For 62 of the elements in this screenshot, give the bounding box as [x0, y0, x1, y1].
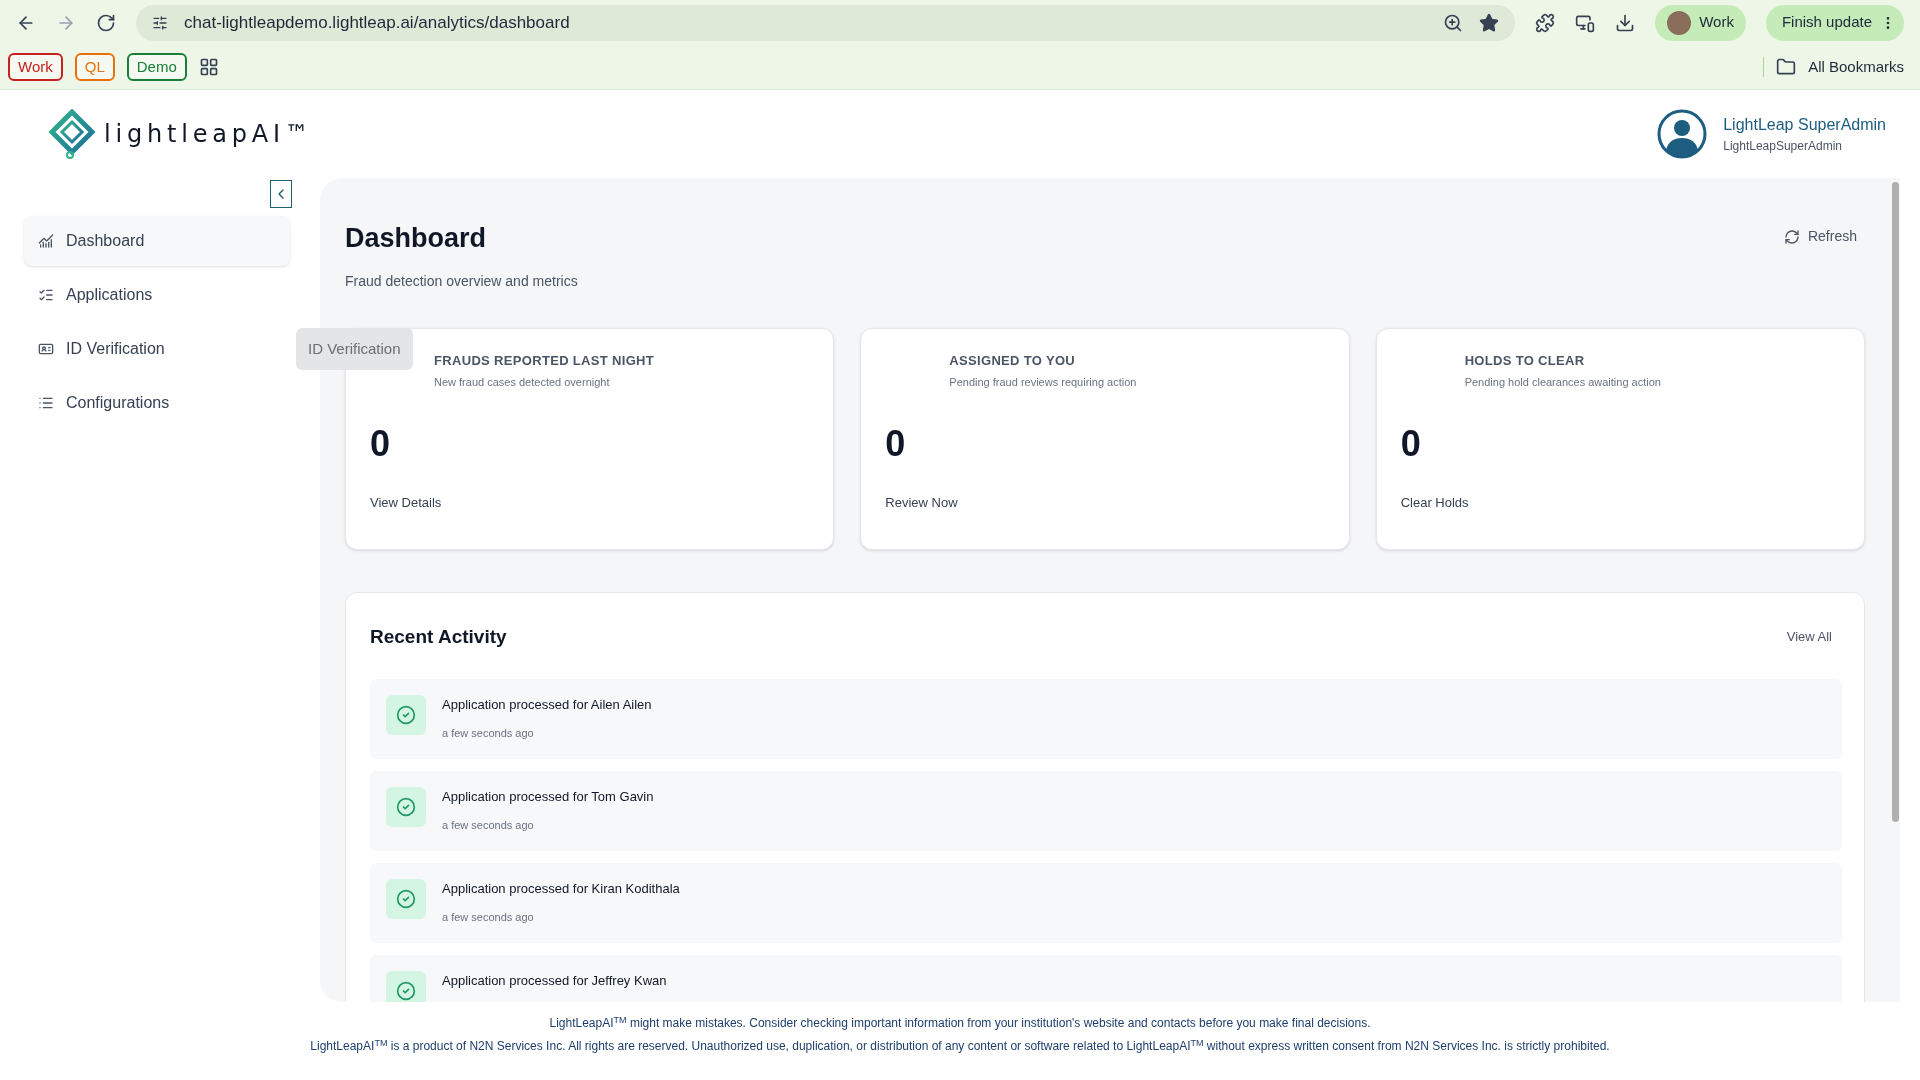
reload-icon[interactable] — [96, 12, 116, 33]
url-text[interactable]: chat-lightleapdemo.lightleap.ai/analytics/dashboard — [184, 9, 1428, 36]
all-bookmarks-link[interactable]: All Bookmarks — [1808, 55, 1912, 79]
activity-text: Application processed for Tom Gavin — [442, 788, 654, 806]
chart-icon — [38, 233, 54, 249]
folder-icon[interactable] — [1776, 57, 1797, 77]
sidebar-item[interactable]: Dashboard — [24, 216, 290, 266]
refresh-icon — [1783, 228, 1800, 245]
activity-text: Application processed for Kiran Kodithala — [442, 880, 680, 898]
circle-check-icon — [396, 797, 416, 817]
card-description: Pending fraud reviews requiring action — [949, 375, 1138, 390]
metric-value: 0 — [370, 421, 392, 466]
metric-value: 0 — [1400, 421, 1422, 466]
page-title: Dashboard — [345, 222, 488, 255]
finish-update-button[interactable]: Finish update — [1765, 4, 1904, 41]
apps-grid-icon[interactable] — [198, 57, 219, 77]
activity-time: a few seconds ago — [442, 909, 535, 925]
sidebar-item[interactable]: Configurations — [24, 378, 290, 428]
list-icon — [38, 395, 54, 411]
card-link[interactable]: Review Now — [885, 492, 1333, 512]
bookmark-star-icon[interactable] — [1479, 12, 1500, 33]
page-subtitle: Fraud detection overview and metrics — [345, 271, 578, 291]
tooltip: ID Verification — [296, 328, 413, 370]
profile-button[interactable]: Work — [1655, 4, 1746, 41]
footer-text: LightLeapAI$^{TM}$ might make mistakes. Consider checking important information from your institution's website and contacts before you make final decisions. — [549, 1014, 1371, 1032]
checklist-icon — [38, 287, 54, 303]
logo-icon — [48, 109, 96, 159]
view-all-link[interactable]: View All — [1786, 627, 1832, 647]
circle-check-icon — [396, 981, 416, 1001]
user-name: LightLeap SuperAdmin — [1723, 115, 1886, 135]
refresh-button[interactable]: Refresh — [1783, 226, 1857, 247]
logo-text: lightleapAI™ — [104, 119, 314, 150]
collapse-sidebar-button[interactable] — [270, 180, 292, 208]
extensions-icon[interactable] — [1535, 12, 1556, 33]
circle-check-icon — [396, 705, 416, 725]
section-title: Recent Activity — [370, 624, 507, 649]
avatar-icon — [1667, 10, 1692, 35]
zoom-icon[interactable] — [1443, 12, 1464, 33]
bookmark-chip[interactable]: Work — [8, 52, 63, 82]
card-title: HOLDS TO CLEAR — [1464, 351, 1586, 370]
activity-time: a few seconds ago — [442, 817, 535, 833]
activity-text: Application processed for Jeffrey Kwan — [442, 972, 667, 990]
card-link[interactable]: Clear Holds — [1400, 492, 1848, 512]
site-info-icon[interactable] — [152, 14, 168, 31]
id-card-icon — [38, 341, 54, 357]
bookmark-chip[interactable]: Demo — [126, 52, 187, 82]
activity-text: Application processed for Ailen Ailen — [442, 696, 652, 714]
sidebar-item[interactable]: ID Verification — [24, 324, 290, 374]
username: LightLeapSuperAdmin — [1723, 138, 1843, 155]
footer-text: LightLeapAI$^{TM}$ is a product of N2N Services Inc. All rights are reserved. Unauthorized use, duplication, or distribution of any content or software related to LightLeapAI$^{TM}$ without express written consent from N2N Services Inc. is strictly prohibited. — [310, 1037, 1610, 1055]
user-avatar-icon — [1657, 109, 1708, 159]
activity-time: a few seconds ago — [442, 725, 535, 741]
sidebar-item[interactable]: Applications — [24, 270, 290, 320]
card-description: New fraud cases detected overnight — [434, 375, 611, 390]
card-link[interactable]: View Details — [370, 492, 818, 512]
circle-check-icon — [396, 889, 416, 909]
card-description: Pending hold clearances awaiting action — [1464, 375, 1662, 390]
scrollbar-thumb[interactable] — [1891, 182, 1899, 822]
card-title: FRAUDS REPORTED LAST NIGHT — [434, 351, 656, 370]
card-title: ASSIGNED TO YOU — [949, 351, 1077, 370]
metric-value: 0 — [885, 421, 907, 466]
download-icon[interactable] — [1615, 12, 1636, 33]
